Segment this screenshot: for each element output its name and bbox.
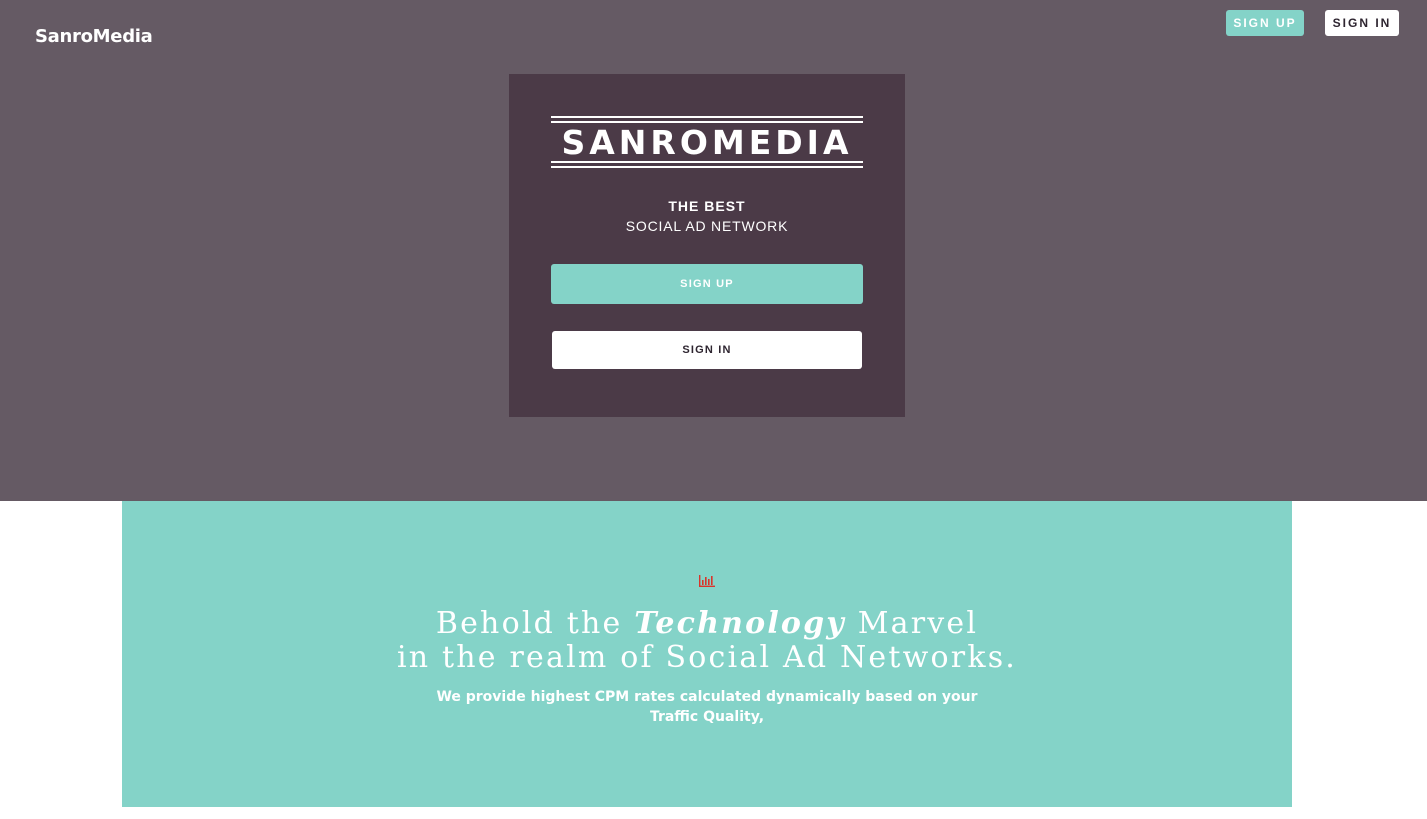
headline-line2: in the realm of Social Ad Networks.	[396, 640, 1018, 675]
header-signin-button[interactable]: SIGN IN	[1325, 10, 1399, 36]
panel-signin-button[interactable]: SIGN IN	[552, 331, 862, 369]
header-signup-button[interactable]: SIGN UP	[1226, 10, 1304, 36]
site-logo[interactable]: SanroMedia	[35, 26, 153, 47]
brand-wordmark: SANROMEDIA	[551, 116, 863, 168]
hero-panel: SANROMEDIA THE BEST SOCIAL AD NETWORK SI…	[509, 74, 905, 417]
feature-headline: Behold the Technology Marvel in the real…	[122, 607, 1292, 675]
panel-signup-button[interactable]: SIGN UP	[551, 264, 863, 304]
brand-wordmark-text: SANROMEDIA	[561, 123, 853, 162]
tagline-title: THE BEST	[668, 198, 746, 214]
headline-emphasis: Technology	[634, 606, 846, 641]
bar-chart-icon	[699, 575, 715, 587]
hero-section: SanroMedia SIGN UP SIGN IN SANROMEDIA TH…	[0, 0, 1427, 501]
tagline-subtitle: SOCIAL AD NETWORK	[625, 218, 789, 234]
feature-subtext: We provide highest CPM rates calculated …	[436, 689, 978, 725]
headline-suffix: Marvel	[857, 606, 979, 641]
feature-section: Behold the Technology Marvel in the real…	[122, 501, 1292, 807]
headline-prefix: Behold the	[435, 606, 623, 641]
